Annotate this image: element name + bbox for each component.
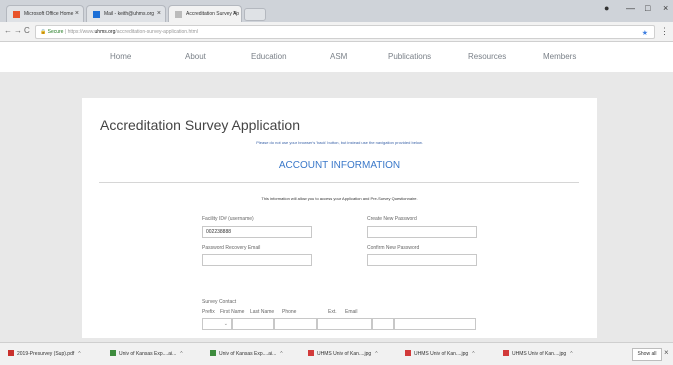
facility-id-field[interactable]: 002238888 [202, 226, 312, 238]
download-label: UHMS Univ of Kan....jpg [414, 351, 469, 357]
email-field[interactable] [394, 318, 476, 330]
secure-label: Secure [47, 29, 64, 35]
chevron-up-icon[interactable]: ^ [570, 351, 572, 357]
tab-label: Mail - keith@uhms.org [104, 11, 155, 17]
downloads-bar: 2019-Presurvey (Sup).pdf ^ Univ of Kansas… [0, 342, 673, 365]
close-icon[interactable]: × [233, 10, 237, 17]
close-window-icon[interactable]: × [663, 3, 668, 13]
jpg-file-icon [405, 350, 411, 356]
maximize-icon[interactable]: □ [645, 3, 650, 13]
lock-icon: 🔒 [40, 29, 47, 35]
nav-about[interactable]: About [185, 52, 206, 61]
download-label: UHMS Univ of Kan....jpg [512, 351, 567, 357]
url-domain: uhms.org [94, 29, 116, 35]
close-icon[interactable]: × [157, 10, 161, 17]
first-name-field[interactable] [232, 318, 274, 330]
download-item[interactable]: UHMS Univ of Kan....jpg ^ [308, 350, 378, 357]
url-prefix: https://www. [67, 29, 95, 35]
new-password-field[interactable] [367, 226, 477, 238]
outlook-icon [93, 11, 100, 18]
intro-text: This information will allow you to acces… [261, 196, 418, 201]
new-tab-button[interactable] [244, 8, 266, 21]
tab-accreditation[interactable]: Accreditation Survey Ap × [168, 5, 242, 22]
browser-tab-bar: Microsoft Office Home × Mail - keith@uhm… [0, 0, 673, 22]
download-item[interactable]: 2019-Presurvey (Sup).pdf ^ [8, 350, 81, 357]
download-item[interactable]: UHMS Univ of Kan....jpg ^ [503, 350, 573, 357]
first-name-label: First Name [220, 309, 245, 315]
nav-members[interactable]: Members [543, 52, 576, 61]
bookmark-star-icon[interactable]: ★ [642, 28, 648, 40]
chevron-up-icon[interactable]: ^ [280, 351, 282, 357]
office-icon [13, 11, 20, 18]
last-name-field[interactable] [274, 318, 317, 330]
download-item[interactable]: Univ of Kansas Exp....ai... ^ [110, 350, 183, 357]
nav-asm[interactable]: ASM [330, 52, 347, 61]
chevron-up-icon[interactable]: ^ [78, 351, 80, 357]
section-heading: ACCOUNT INFORMATION [278, 160, 401, 171]
reload-icon[interactable]: C [24, 26, 30, 35]
chevron-up-icon[interactable]: ^ [472, 351, 474, 357]
jpg-file-icon [308, 350, 314, 356]
facility-id-label: Facility ID# (username) [202, 216, 254, 222]
confirm-password-label: Confirm New Password [367, 245, 420, 251]
confirm-password-field[interactable] [367, 254, 477, 266]
recovery-email-label: Password Recovery Email [202, 245, 261, 251]
chevron-up-icon[interactable]: ^ [180, 351, 182, 357]
tab-office-home[interactable]: Microsoft Office Home × [6, 5, 84, 22]
nav-education[interactable]: Education [251, 52, 287, 61]
jpg-file-icon [503, 350, 509, 356]
download-item[interactable]: UHMS Univ of Kan....jpg ^ [405, 350, 475, 357]
prefix-select[interactable]: ⌄ [202, 318, 232, 330]
email-label: Email [345, 309, 358, 315]
browser-menu-icon[interactable]: ⋮ [660, 26, 669, 37]
minimize-icon[interactable]: ● [604, 3, 609, 13]
application-form: Accreditation Survey Application Please … [82, 98, 597, 338]
image-file-icon [110, 350, 116, 356]
tab-mail[interactable]: Mail - keith@uhms.org × [86, 5, 166, 22]
address-bar: ← → C 🔒 Secure | https://www.uhms.org/ac… [0, 22, 673, 42]
restore-icon[interactable]: — [626, 3, 635, 13]
phone-label: Phone [282, 309, 297, 315]
pdf-file-icon [8, 350, 14, 356]
recovery-email-field[interactable] [202, 254, 312, 266]
nav-resources[interactable]: Resources [468, 52, 506, 61]
forward-icon[interactable]: → [14, 26, 22, 35]
tab-label: Accreditation Survey Ap [186, 11, 240, 17]
show-all-button[interactable]: Show all [632, 348, 662, 361]
back-icon[interactable]: ← [4, 26, 12, 35]
phone-field[interactable] [317, 318, 372, 330]
download-label: Univ of Kansas Exp....ai... [219, 351, 277, 357]
url-field[interactable]: 🔒 Secure | https://www.uhms.org/accredit… [35, 25, 655, 39]
page-icon [175, 11, 182, 18]
download-label: Univ of Kansas Exp....ai... [119, 351, 177, 357]
chevron-up-icon[interactable]: ^ [375, 351, 377, 357]
nav-publications[interactable]: Publications [388, 52, 431, 61]
ext-label: Ext. [328, 309, 337, 315]
close-icon[interactable]: × [664, 348, 669, 357]
divider [99, 182, 579, 183]
nav-home[interactable]: Home [110, 52, 131, 61]
page-title: Accreditation Survey Application [100, 117, 300, 133]
url-path: /accreditation-survey-application.html [115, 29, 198, 35]
site-nav: Home About Education ASM Publications Re… [0, 42, 673, 72]
prefix-label: Prefix [202, 309, 215, 315]
download-item[interactable]: Univ of Kansas Exp....ai... ^ [210, 350, 283, 357]
chevron-down-icon: ⌄ [223, 321, 228, 327]
last-name-label: Last Name [250, 309, 275, 315]
ext-field[interactable] [372, 318, 394, 330]
download-label: 2019-Presurvey (Sup).pdf [17, 351, 75, 357]
tab-label: Microsoft Office Home [24, 11, 74, 17]
survey-contact-label: Survey Contact [202, 299, 237, 305]
new-password-label: Create New Password [367, 216, 417, 222]
close-icon[interactable]: × [75, 10, 79, 17]
navigation-notice: Please do not use your browser's 'back' … [256, 140, 423, 145]
download-label: UHMS Univ of Kan....jpg [317, 351, 372, 357]
image-file-icon [210, 350, 216, 356]
